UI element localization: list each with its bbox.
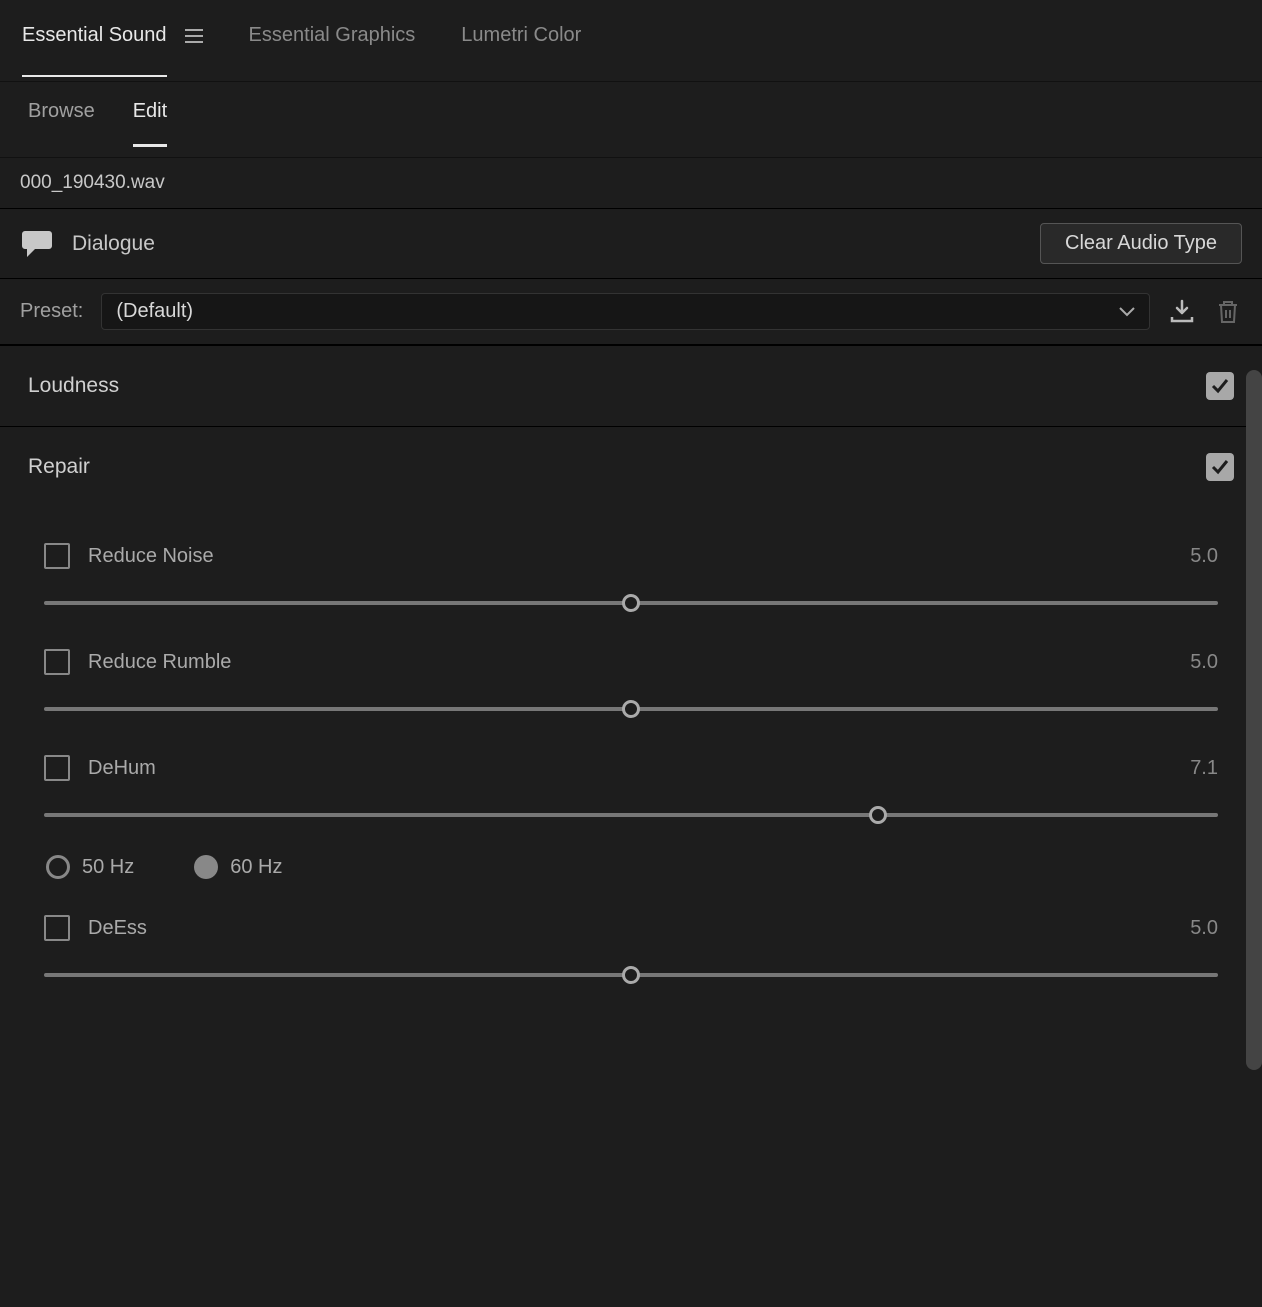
clear-audio-type-button[interactable]: Clear Audio Type bbox=[1040, 223, 1242, 264]
preset-label: Preset: bbox=[20, 300, 83, 323]
panel-tab-bar: Essential Sound Essential Graphics Lumet… bbox=[0, 0, 1262, 82]
vertical-scrollbar[interactable] bbox=[1246, 370, 1262, 1070]
chevron-down-icon bbox=[1119, 307, 1135, 317]
loudness-section-header[interactable]: Loudness bbox=[0, 346, 1262, 427]
dehum-label: DeHum bbox=[88, 757, 156, 780]
audio-type-row: Dialogue Clear Audio Type bbox=[0, 209, 1262, 279]
tab-essential-sound[interactable]: Essential Sound bbox=[22, 24, 167, 77]
loudness-checkbox[interactable] bbox=[1206, 372, 1234, 400]
deess-label: DeEss bbox=[88, 917, 147, 940]
clip-filename: 000_190430.wav bbox=[0, 158, 1262, 209]
reduce-noise-param: Reduce Noise 5.0 bbox=[44, 543, 1218, 613]
tab-lumetri-color[interactable]: Lumetri Color bbox=[461, 24, 581, 75]
repair-checkbox[interactable] bbox=[1206, 453, 1234, 481]
reduce-noise-slider[interactable] bbox=[44, 593, 1218, 613]
delete-preset-icon[interactable] bbox=[1214, 299, 1242, 325]
dehum-frequency-group: 50 Hz 60 Hz bbox=[44, 855, 1218, 879]
reduce-noise-checkbox[interactable] bbox=[44, 543, 70, 569]
dehum-param: DeHum 7.1 50 Hz 60 Hz bbox=[44, 755, 1218, 879]
reduce-noise-label: Reduce Noise bbox=[88, 545, 214, 568]
reduce-rumble-label: Reduce Rumble bbox=[88, 651, 231, 674]
dehum-60hz-label: 60 Hz bbox=[230, 856, 282, 879]
sub-tab-bar: Browse Edit bbox=[0, 82, 1262, 158]
sub-tab-browse[interactable]: Browse bbox=[28, 100, 95, 147]
dehum-thumb[interactable] bbox=[869, 806, 887, 824]
radio-icon bbox=[46, 855, 70, 879]
tab-essential-graphics[interactable]: Essential Graphics bbox=[249, 24, 416, 75]
reduce-noise-thumb[interactable] bbox=[622, 594, 640, 612]
reduce-rumble-checkbox[interactable] bbox=[44, 649, 70, 675]
radio-icon bbox=[194, 855, 218, 879]
dehum-slider[interactable] bbox=[44, 805, 1218, 825]
reduce-rumble-slider[interactable] bbox=[44, 699, 1218, 719]
dehum-50hz-radio[interactable]: 50 Hz bbox=[46, 855, 134, 879]
preset-value: (Default) bbox=[116, 300, 193, 323]
deess-slider[interactable] bbox=[44, 965, 1218, 985]
save-preset-icon[interactable] bbox=[1168, 299, 1196, 325]
repair-title: Repair bbox=[28, 455, 90, 479]
loudness-title: Loudness bbox=[28, 374, 119, 398]
preset-dropdown[interactable]: (Default) bbox=[101, 293, 1150, 330]
sub-tab-edit[interactable]: Edit bbox=[133, 100, 167, 147]
preset-row: Preset: (Default) bbox=[0, 279, 1262, 346]
deess-checkbox[interactable] bbox=[44, 915, 70, 941]
dehum-60hz-radio[interactable]: 60 Hz bbox=[194, 855, 282, 879]
reduce-rumble-param: Reduce Rumble 5.0 bbox=[44, 649, 1218, 719]
dehum-50hz-label: 50 Hz bbox=[82, 856, 134, 879]
reduce-rumble-thumb[interactable] bbox=[622, 700, 640, 718]
panel-menu-icon[interactable] bbox=[185, 29, 203, 71]
reduce-rumble-value[interactable]: 5.0 bbox=[1190, 651, 1218, 674]
reduce-noise-value[interactable]: 5.0 bbox=[1190, 545, 1218, 568]
dehum-value[interactable]: 7.1 bbox=[1190, 757, 1218, 780]
deess-param: DeEss 5.0 bbox=[44, 915, 1218, 985]
deess-thumb[interactable] bbox=[622, 966, 640, 984]
repair-body: Reduce Noise 5.0 Reduce Rumble 5.0 bbox=[0, 543, 1262, 1005]
dialogue-icon bbox=[20, 229, 54, 259]
audio-type-label: Dialogue bbox=[72, 232, 155, 256]
deess-value[interactable]: 5.0 bbox=[1190, 917, 1218, 940]
dehum-checkbox[interactable] bbox=[44, 755, 70, 781]
repair-section-header[interactable]: Repair bbox=[0, 427, 1262, 507]
